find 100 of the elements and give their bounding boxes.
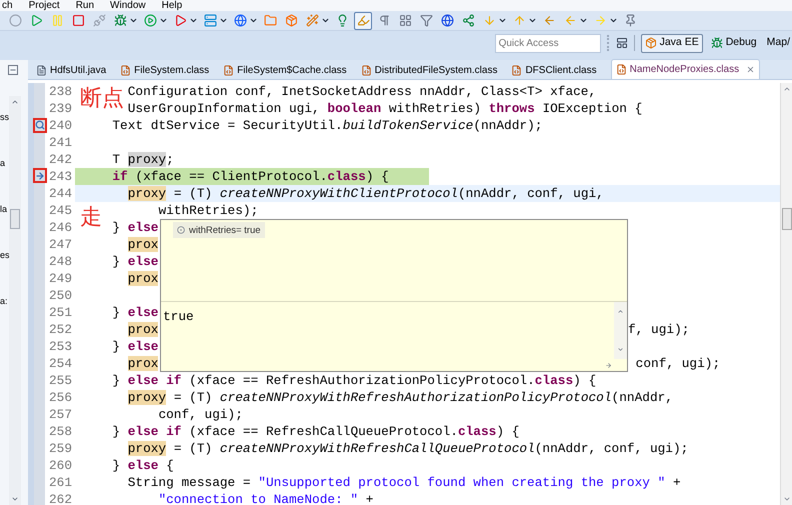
variable-value: withRetries= true (189, 224, 261, 238)
scroll-right-icon[interactable] (605, 362, 612, 368)
code-line: withRetries); (158, 202, 258, 219)
bug-icon (114, 14, 126, 27)
scroll-down-icon[interactable] (782, 495, 790, 503)
line-number: 241 (48, 134, 72, 151)
line-number: 240 (48, 117, 72, 134)
tree-item[interactable]: ss (0, 112, 8, 122)
bug-icon (710, 37, 723, 49)
editor-scrollbar[interactable] (780, 83, 792, 505)
arrow-down-icon (482, 14, 496, 27)
code-line: } else (112, 253, 158, 270)
arrow-right-icon (594, 14, 606, 27)
minimize-icon[interactable] (8, 65, 18, 75)
code-line: } else if (xface == RefreshCallQueueProtocol.class) { (112, 423, 520, 440)
tree-item[interactable]: es (0, 250, 8, 260)
scroll-up-icon[interactable] (782, 85, 790, 93)
wand-icon (306, 14, 318, 27)
line-number: 246 (48, 219, 72, 236)
menu-item[interactable]: ch (2, 0, 13, 11)
editor-tab[interactable]: FileSystem.class (120, 61, 210, 79)
menu-item[interactable]: Project (28, 0, 60, 11)
editor-tab[interactable]: DistributedFileSystem.class (360, 61, 498, 79)
editor-tab[interactable]: NameNodeProxies.class (610, 59, 760, 79)
code-line: proxy = (T) createNNProxyWithClientProtocol(nnAddr, conf, ugi, (128, 185, 604, 202)
scroll-up-icon[interactable] (11, 98, 19, 106)
pin-icon (624, 14, 636, 27)
line-number: 252 (48, 321, 72, 338)
close-icon[interactable] (746, 65, 756, 74)
server-icon (204, 14, 216, 27)
editor-tab[interactable]: DFSClient.class (511, 61, 597, 79)
editor-tab[interactable]: HdfsUtil.java (36, 61, 106, 79)
run-icon (144, 14, 156, 27)
menu-item[interactable]: Window (110, 0, 146, 11)
code-line: } else (112, 338, 158, 355)
editor-tab[interactable]: FileSystem$Cache.class (223, 61, 347, 79)
globe-icon (234, 14, 246, 27)
line-number: 249 (48, 270, 72, 287)
scroll-down-icon[interactable] (617, 346, 624, 353)
perspective-button[interactable]: Debug (708, 34, 759, 52)
line-number: 260 (48, 457, 72, 474)
class-file-icon (511, 64, 522, 76)
perspective-button[interactable]: Java EE (640, 34, 703, 52)
side-scrollbar[interactable] (9, 96, 21, 505)
arrow-left-icon (542, 14, 556, 27)
arrow-left-icon (564, 14, 576, 27)
arrow-up-icon (512, 14, 526, 27)
handwritten-note: 断点 (80, 87, 124, 111)
perspective-button[interactable]: Map/ (764, 34, 792, 52)
play-icon (30, 14, 42, 27)
line-number: 255 (48, 372, 72, 389)
menu-item[interactable]: Run (76, 0, 94, 11)
scroll-thumb[interactable] (10, 209, 20, 229)
code-line: } else (112, 304, 158, 321)
play-icon (174, 14, 186, 27)
code-line: T proxy; (112, 151, 174, 168)
line-number: 244 (48, 185, 72, 202)
line-number: 251 (48, 304, 72, 321)
variable-icon (177, 226, 185, 234)
line-number: 258 (48, 423, 72, 440)
tree-item[interactable]: a: (0, 296, 8, 306)
code-line: UserGroupInformation ugi, boolean withRetries) throws IOException { (128, 100, 642, 117)
scroll-down-icon[interactable] (11, 495, 19, 503)
line-number: 262 (48, 491, 72, 505)
tree-item[interactable]: la (0, 204, 8, 214)
plug-icon (92, 14, 106, 27)
line-number: 245 (48, 202, 72, 219)
tree-item[interactable]: a (0, 158, 8, 168)
filter-icon (420, 14, 432, 27)
line-number: 257 (48, 406, 72, 423)
toolbar-button[interactable] (354, 12, 372, 30)
code-line: } else { (112, 457, 174, 474)
stop-icon (72, 14, 84, 27)
pilcrow-icon (378, 14, 390, 27)
highlighter-icon (356, 14, 370, 27)
scroll-thumb[interactable] (782, 208, 792, 230)
quick-access-field[interactable]: Quick Access (494, 34, 601, 52)
line-number: 261 (48, 474, 72, 491)
line-number: 256 (48, 389, 72, 406)
code-line: String message = "Unsupported protocol found when creating the proxy " + (128, 474, 681, 491)
package-icon (284, 14, 298, 27)
class-file-icon (616, 64, 627, 75)
popup-scrollbar[interactable] (614, 302, 627, 359)
pause-icon (50, 14, 64, 27)
code-line: } else (112, 219, 158, 236)
code-line: Configuration conf, InetSocketAddress nnAddr, Class<T> xface, (128, 83, 596, 100)
line-number: 253 (48, 338, 72, 355)
java-file-icon (36, 64, 47, 76)
code-line: Text dtService = SecurityUtil.buildTokenService(nnAddr); (112, 117, 542, 134)
code-line: proxy = (T) createNNProxyWithRefreshCallQueueProtocol(nnAddr, conf, ugi); (128, 440, 688, 457)
open-perspective-icon[interactable] (616, 37, 628, 49)
line-number: 242 (48, 151, 72, 168)
code-line: "connection to NameNode: " + (158, 491, 374, 505)
code-line: proxy = (T) createNNProxyWithRefreshAuthorizationPolicyProtocol(nnAddr, (128, 389, 673, 406)
grid-icon (398, 14, 412, 27)
folder-icon (264, 14, 276, 27)
scroll-up-icon[interactable] (617, 308, 624, 315)
value-text: true (162, 308, 194, 326)
lightbulb-icon (336, 14, 348, 27)
menu-item[interactable]: Help (162, 0, 182, 11)
